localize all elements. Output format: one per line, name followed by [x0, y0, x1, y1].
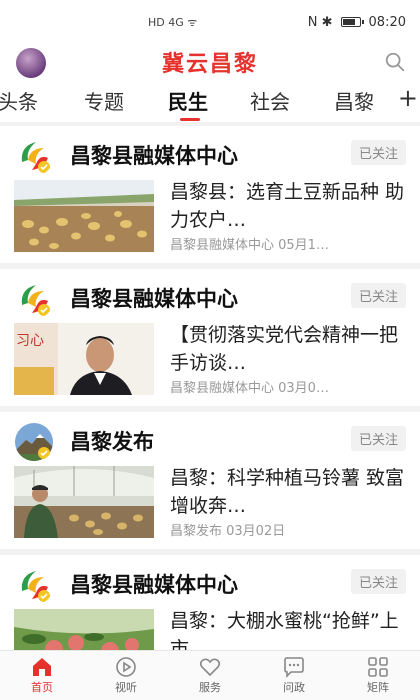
nav-politics[interactable]: 问政: [252, 651, 336, 700]
status-right: N ✱ 08:20: [308, 15, 406, 30]
swirl-logo-icon[interactable]: [14, 279, 54, 319]
clock: 08:20: [368, 14, 406, 30]
mountain-logo-icon[interactable]: [14, 422, 54, 462]
signal-indicators: HD 4G ᯤ: [148, 15, 197, 30]
tab-livelihood[interactable]: 民生: [168, 86, 208, 115]
source-name[interactable]: 昌黎县融媒体中心: [70, 283, 238, 313]
news-meta: 昌黎县融媒体中心 05月1…: [170, 238, 329, 253]
nav-matrix-label: 矩阵: [367, 681, 389, 694]
news-headline[interactable]: 昌黎：科学种植马铃薯 致富增收奔…: [170, 464, 408, 520]
news-meta: 昌黎发布 03月02日: [170, 524, 286, 539]
tab-changli[interactable]: 昌黎: [334, 86, 374, 115]
news-card[interactable]: 昌黎县融媒体中心 已关注 昌黎县：选育土豆新品种 助力农户… 昌黎县融媒体中心 …: [0, 126, 420, 269]
active-tab-indicator: [180, 118, 200, 121]
battery-icon: [340, 17, 364, 27]
swirl-logo-icon[interactable]: [14, 136, 54, 176]
card-header: 昌黎县融媒体中心 已关注: [14, 563, 406, 605]
nav-service-label: 服务: [199, 681, 221, 694]
app-header: 冀云昌黎: [0, 44, 420, 82]
tab-headlines[interactable]: 头条: [0, 86, 38, 115]
app-title: 冀云昌黎: [161, 52, 258, 77]
greenhouse-potato-thumbnail[interactable]: [14, 466, 154, 538]
news-headline[interactable]: 昌黎县：选育土豆新品种 助力农户…: [170, 178, 408, 234]
nav-video-label: 视听: [115, 681, 137, 694]
svg-text:习心: 习心: [16, 333, 44, 349]
news-feed: 昌黎县融媒体中心 已关注 昌黎县：选育土豆新品种 助力农户… 昌黎县融媒体中心 …: [0, 126, 420, 650]
home-icon: [33, 658, 51, 676]
nfc-bluetooth-icons: N ✱: [307, 14, 333, 30]
chat-icon: [284, 657, 304, 678]
bottom-navigation: 首页 视听 服务 问政 矩阵: [0, 650, 420, 700]
news-card[interactable]: 昌黎县融媒体中心 已关注 昌黎：大棚水蜜桃“抢鲜”上市: [0, 555, 420, 650]
network-status-text: HD 4G ᯤ: [148, 15, 198, 29]
peach-thumbnail[interactable]: [14, 609, 154, 650]
news-meta: 昌黎县融媒体中心 03月0…: [170, 381, 329, 396]
nav-home-label: 首页: [31, 681, 53, 694]
follow-button[interactable]: 已关注: [350, 426, 406, 451]
heart-icon: [199, 658, 221, 677]
search-icon[interactable]: [384, 51, 406, 73]
card-header: 昌黎县融媒体中心 已关注: [14, 134, 406, 176]
tab-society[interactable]: 社会: [250, 86, 290, 115]
card-header: 昌黎发布 已关注: [14, 420, 406, 462]
interview-thumbnail[interactable]: 习心: [14, 323, 154, 395]
nav-video[interactable]: 视听: [84, 651, 168, 700]
nav-matrix[interactable]: 矩阵: [336, 651, 420, 700]
follow-button[interactable]: 已关注: [350, 283, 406, 308]
nav-home[interactable]: 首页: [0, 651, 84, 700]
add-channel-button[interactable]: +: [393, 84, 418, 112]
news-card[interactable]: 昌黎县融媒体中心 已关注 习心 【贯彻落实党代会精神一把手访谈… 昌黎县融媒体中…: [0, 269, 420, 412]
news-card[interactable]: 昌黎发布 已关注 昌黎：科学种植马铃薯 致富增收奔… 昌黎发布 03月02日: [0, 412, 420, 555]
grid-icon: [368, 657, 388, 677]
news-headline[interactable]: 昌黎：大棚水蜜桃“抢鲜”上市: [170, 607, 408, 650]
follow-button[interactable]: 已关注: [350, 569, 406, 594]
source-name[interactable]: 昌黎发布: [70, 426, 154, 456]
nav-service[interactable]: 服务: [168, 651, 252, 700]
status-bar: HD 4G ᯤ N ✱ 08:20: [0, 0, 420, 44]
tab-topics[interactable]: 专题: [84, 86, 124, 115]
news-headline[interactable]: 【贯彻落实党代会精神一把手访谈…: [170, 321, 408, 377]
source-name[interactable]: 昌黎县融媒体中心: [70, 140, 238, 170]
follow-button[interactable]: 已关注: [350, 140, 406, 165]
nav-politics-label: 问政: [283, 681, 305, 694]
card-header: 昌黎县融媒体中心 已关注: [14, 277, 406, 319]
swirl-logo-icon[interactable]: [14, 565, 54, 605]
channel-tabs: 头条 专题 民生 社会 昌黎 +: [0, 82, 420, 122]
source-name[interactable]: 昌黎县融媒体中心: [70, 569, 238, 599]
play-icon: [116, 657, 136, 677]
potato-field-thumbnail[interactable]: [14, 180, 154, 252]
